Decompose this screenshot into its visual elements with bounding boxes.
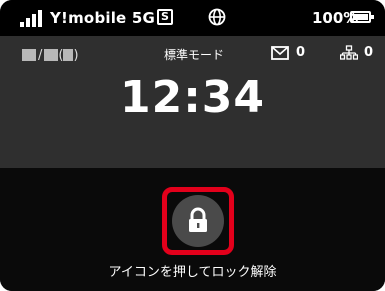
- date-weekday-redacted: [63, 49, 74, 61]
- sim-icon: S: [157, 9, 173, 25]
- battery-icon: [350, 11, 374, 23]
- lock-icon: [189, 207, 207, 232]
- clock-time: 12:34: [119, 72, 266, 123]
- mail-icon: [271, 46, 289, 60]
- date-paren-close: ): [73, 47, 79, 63]
- date-display: / ( ): [22, 46, 79, 64]
- signal-bars-icon: [20, 9, 46, 27]
- date-separator: /: [38, 47, 43, 63]
- status-bar: Y!mobile 5G S 100%: [0, 0, 385, 36]
- mode-label: 標準モード: [164, 48, 225, 62]
- mail-count: 0: [296, 45, 306, 60]
- network-devices-icon: [340, 45, 358, 60]
- device-screen: Y!mobile 5G S 100% / ( ) 標準モード 0 0 12:34…: [0, 0, 385, 291]
- lock-area: アイコンを押してロック解除: [0, 168, 385, 291]
- info-panel: / ( ) 標準モード 0 0 12:34: [0, 36, 385, 168]
- date-month-redacted: [22, 49, 36, 61]
- globe-icon: [208, 8, 226, 26]
- date-day-redacted: [44, 49, 59, 61]
- unlock-hint: アイコンを押してロック解除: [108, 265, 277, 280]
- carrier-name: Y!mobile 5G: [50, 9, 156, 27]
- unlock-button[interactable]: [172, 195, 224, 247]
- network-count: 0: [364, 45, 374, 60]
